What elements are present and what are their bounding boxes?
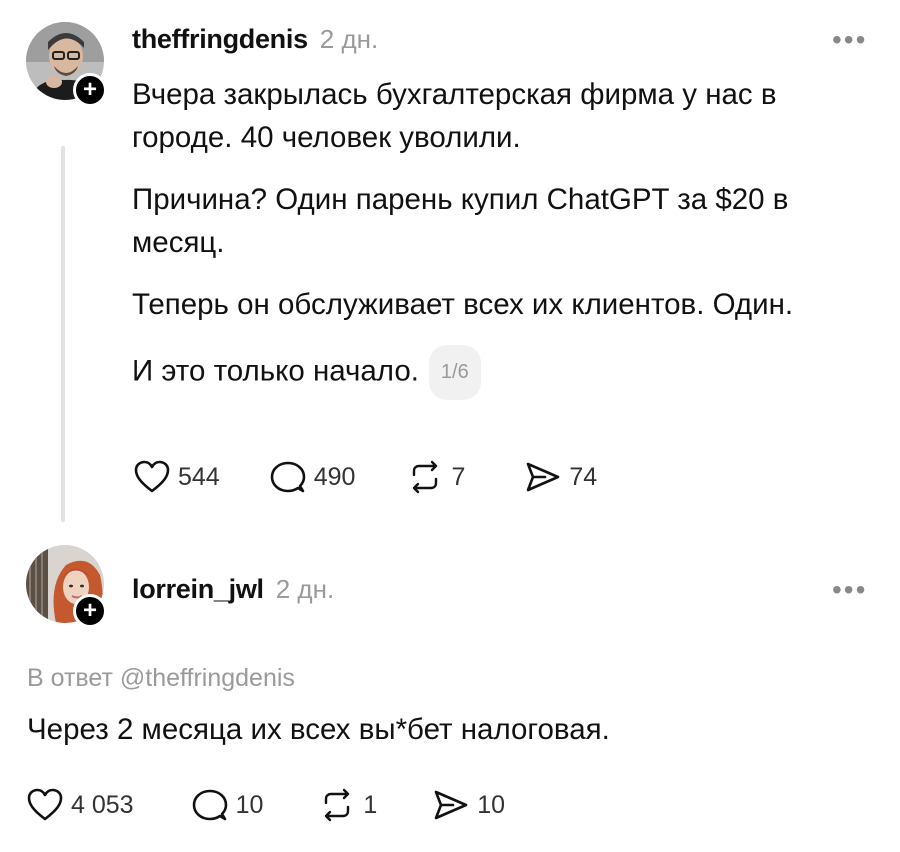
thread-counter: 1/6: [428, 345, 481, 400]
repost-icon: [325, 788, 350, 822]
comment-icon: [192, 789, 227, 821]
post-paragraph-2: Причина? Один парень купил ChatGPT за $2…: [132, 183, 789, 259]
reply-to-link[interactable]: В ответ @theffringdenis: [27, 664, 295, 693]
follow-button[interactable]: +: [73, 73, 107, 107]
more-icon[interactable]: •••: [832, 24, 867, 56]
post-actions: 544 490 7 74: [134, 460, 647, 494]
repost-button[interactable]: 7: [407, 460, 465, 494]
post-paragraph-1: Вчера закрылась бухгалтерская фирма у на…: [132, 78, 777, 154]
reply-header: lorrein_jwl 2 дн.: [132, 574, 334, 605]
reply-like-button[interactable]: 4 053: [27, 788, 134, 822]
reply-more-icon[interactable]: •••: [832, 574, 867, 606]
repost-count: 7: [451, 462, 466, 491]
comment-button[interactable]: 490: [270, 460, 356, 494]
reply-username[interactable]: lorrein_jwl: [132, 574, 264, 605]
heart-icon: [134, 460, 170, 493]
post-paragraph-3: Теперь он обслуживает всех их клиентов. …: [132, 288, 794, 321]
reply-text: Через 2 месяца их всех вы*бет налоговая.: [27, 713, 610, 746]
share-icon: [434, 790, 468, 820]
like-count: 544: [178, 462, 220, 491]
post-paragraph-4-row: И это только начало. 1/6: [132, 345, 892, 400]
reply-repost-count: 1: [363, 790, 378, 819]
comment-icon: [270, 461, 306, 493]
thread-line: [61, 146, 65, 522]
post-body: Вчера закрылась бухгалтерская фирма у на…: [132, 73, 892, 400]
heart-icon: [27, 788, 63, 821]
like-button[interactable]: 544: [134, 460, 220, 494]
share-icon: [527, 462, 560, 492]
timestamp: 2 дн.: [319, 24, 379, 54]
reply-actions: 4 053 10 1 10: [27, 788, 555, 822]
follow-button-reply[interactable]: +: [73, 594, 107, 628]
repost-icon: [413, 460, 438, 494]
reply-share-button[interactable]: 10: [433, 788, 505, 822]
comment-count: 490: [313, 462, 356, 491]
post-paragraph-4: И это только начало.: [132, 354, 419, 388]
reply-comment-count: 10: [235, 790, 264, 819]
share-button[interactable]: 74: [525, 460, 597, 494]
reply-comment-button[interactable]: 10: [192, 788, 264, 822]
share-count: 74: [569, 462, 598, 491]
reply-timestamp: 2 дн.: [275, 574, 335, 604]
reply-repost-button[interactable]: 1: [319, 788, 377, 822]
reply-share-count: 10: [477, 790, 506, 819]
post-header: theffringdenis 2 дн.: [132, 24, 378, 55]
reply-like-count: 4 053: [71, 790, 134, 819]
username[interactable]: theffringdenis: [132, 24, 308, 55]
